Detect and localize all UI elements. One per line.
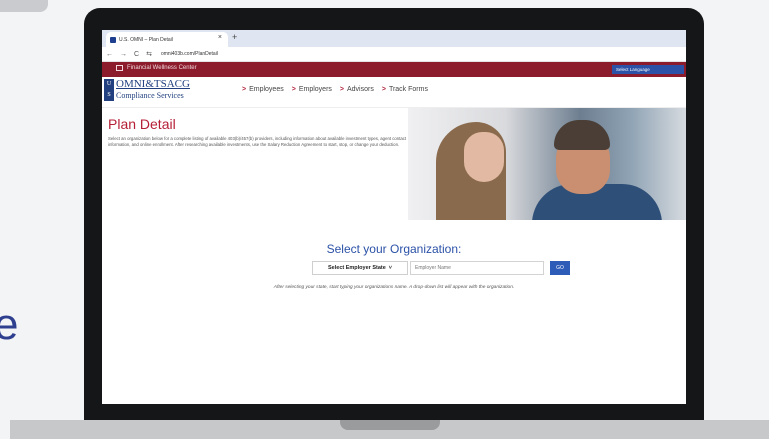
chevron-down-icon: ˅ [388,265,392,271]
reload-icon[interactable]: C [134,51,139,58]
nav-label: Track Forms [388,86,428,93]
nav-label: Employers [298,86,332,93]
briefcase-icon [116,65,123,71]
logo-mark-top: U [106,81,112,87]
financial-wellness-label: Financial Wellness Center [127,65,197,71]
back-icon[interactable]: ← [106,51,113,58]
browser-tab[interactable]: U.S. OMNI – Plan Detail × [106,32,228,47]
browser-toolbar: ← → C ⇆ omni403b.com/PlanDetail [102,47,686,62]
laptop-frame: U.S. OMNI – Plan Detail × + ← → C ⇆ omni… [84,8,704,420]
photo-person-woman-face [464,132,504,182]
nav-advisors[interactable]: > Advisors [340,86,374,93]
site-info-icon[interactable]: ⇆ [146,50,152,58]
nav-employers[interactable]: > Employers [292,86,332,93]
hero-section: Plan Detail Select an organization below… [102,108,686,220]
background-letter-e: e [0,300,19,349]
background-panel [0,0,48,12]
site-topbar: Financial Wellness Center Select Languag… [102,62,686,77]
state-select-label: Select Employer State [328,265,386,271]
main-nav: > Employees > Employers > Advisors > Track F… [242,86,428,93]
address-bar[interactable]: omni403b.com/PlanDetail [161,51,218,57]
nav-employees[interactable]: > Employees [242,86,284,93]
site-header: U S OMNI&TSACG Compliance Services > Empl… [102,77,686,108]
browser-window: U.S. OMNI – Plan Detail × + ← → C ⇆ omni… [102,30,686,404]
page-description: Select an organization below for a compl… [108,136,407,148]
new-tab-button[interactable]: + [232,32,237,42]
nav-arrow-icon: > [291,86,296,93]
organization-search-controls: Select Employer State ˅ GO [312,261,570,275]
logo-mark[interactable]: U S [104,79,114,101]
logo-mark-bottom: S [107,92,111,98]
language-select[interactable]: Select Language [612,65,684,74]
nav-arrow-icon: > [381,86,386,93]
select-organization-heading: Select your Organization: [326,242,462,256]
tab-bar: U.S. OMNI – Plan Detail × + [102,30,686,47]
go-button[interactable]: GO [550,261,570,275]
nav-arrow-icon: > [339,86,344,93]
search-hint: After selecting your state, start typing… [273,285,515,290]
employer-name-input[interactable] [410,261,544,275]
nav-label: Employees [249,86,284,93]
photo-person-man [554,120,610,150]
logo-title[interactable]: OMNI&TSACG [116,78,190,90]
employer-state-select[interactable]: Select Employer State ˅ [312,261,408,275]
page-title: Plan Detail [108,116,176,132]
nav-arrow-icon: > [242,86,247,93]
favicon-icon [110,36,116,43]
hero-photo [408,108,686,220]
nav-track-forms[interactable]: > Track Forms [382,86,428,93]
financial-wellness-link[interactable]: Financial Wellness Center [116,65,197,71]
logo-subtitle: Compliance Services [116,91,184,100]
nav-label: Advisors [347,86,374,93]
laptop-notch [340,420,440,430]
close-tab-icon[interactable]: × [218,34,222,41]
forward-icon[interactable]: → [120,51,127,58]
tab-title: U.S. OMNI – Plan Detail [119,36,173,43]
